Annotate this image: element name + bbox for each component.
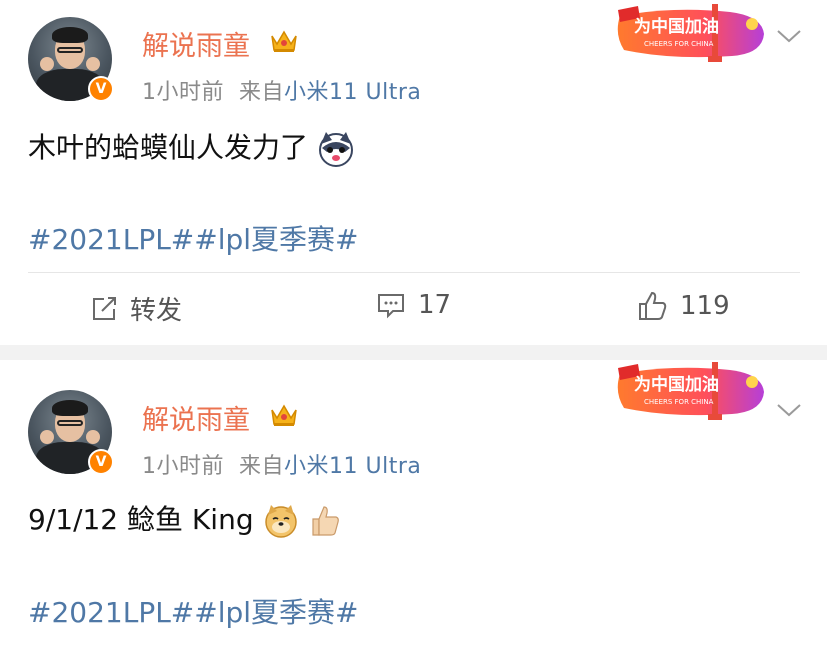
badge-text: 为中国加油 xyxy=(634,16,719,37)
crown-icon xyxy=(271,404,297,426)
post-meta: 1小时前 来自小米11 Ultra xyxy=(142,448,421,480)
doge-emoji-icon xyxy=(264,505,297,538)
post-meta: 1小时前 来自小米11 Ultra xyxy=(142,74,421,106)
verified-badge-icon: V xyxy=(88,76,114,102)
repost-label: 转发 xyxy=(130,296,183,326)
like-button[interactable]: 119 xyxy=(636,290,730,322)
badge-subtext: CHEERS FOR CHINA xyxy=(644,40,714,48)
like-count: 119 xyxy=(680,291,730,321)
avatar-hair xyxy=(52,400,88,416)
username[interactable]: 解说雨童 xyxy=(142,398,250,437)
post-text-body: 9/1/12 鲶鱼 King xyxy=(28,503,254,536)
post-text: 9/1/12 鲶鱼 King xyxy=(28,498,343,539)
comment-count: 17 xyxy=(418,290,452,320)
avatar-glasses xyxy=(57,420,83,426)
thumbs-up-icon xyxy=(639,291,667,320)
post-source[interactable]: 小米11 Ultra xyxy=(284,454,421,479)
avatar-hand xyxy=(40,57,54,71)
source-prefix: 来自 xyxy=(239,80,285,105)
badge-subtext: CHEERS FOR CHINA xyxy=(644,398,714,406)
avatar-glasses xyxy=(57,47,83,53)
comment-icon xyxy=(378,294,404,319)
crown-icon xyxy=(271,30,297,52)
post-source[interactable]: 小米11 Ultra xyxy=(284,80,421,105)
husky-emoji-icon xyxy=(318,132,353,167)
post-separator xyxy=(0,345,827,360)
hashtags-link[interactable]: #2021LPL##lpl夏季赛# xyxy=(28,591,359,631)
post-text: 木叶的蛤蟆仙人发力了 xyxy=(28,126,355,168)
hashtags-link[interactable]: #2021LPL##lpl夏季赛# xyxy=(28,218,359,258)
chevron-down-icon[interactable] xyxy=(776,402,802,418)
username[interactable]: 解说雨童 xyxy=(142,24,250,63)
cheers-for-china-badge: 为中国加油 CHEERS FOR CHINA xyxy=(617,4,764,62)
repost-icon xyxy=(93,296,116,320)
avatar-hand xyxy=(86,430,100,444)
weibo-post: V 解说雨童 1小时前 来自小米11 Ultra 为中国加油 CHEERS FO… xyxy=(0,360,827,646)
avatar-hair xyxy=(52,27,88,43)
repost-button[interactable]: 转发 xyxy=(90,290,182,327)
chevron-down-icon[interactable] xyxy=(776,28,802,44)
post-text-body: 木叶的蛤蟆仙人发力了 xyxy=(28,131,309,164)
thumbs-up-emoji-icon xyxy=(312,506,340,536)
badge-text: 为中国加油 xyxy=(634,374,719,395)
verified-badge-icon: V xyxy=(88,449,114,475)
source-prefix: 来自 xyxy=(239,454,285,479)
weibo-post: V 解说雨童 1小时前 来自小米11 Ultra 为中国加油 CHEERS FO… xyxy=(0,0,827,345)
avatar-hand xyxy=(86,57,100,71)
avatar-hand xyxy=(40,430,54,444)
cheers-for-china-badge: 为中国加油 CHEERS FOR CHINA xyxy=(617,362,764,420)
comment-button[interactable]: 17 xyxy=(376,290,451,320)
post-time: 1小时前 xyxy=(142,80,224,105)
divider xyxy=(28,272,800,273)
post-time: 1小时前 xyxy=(142,454,224,479)
